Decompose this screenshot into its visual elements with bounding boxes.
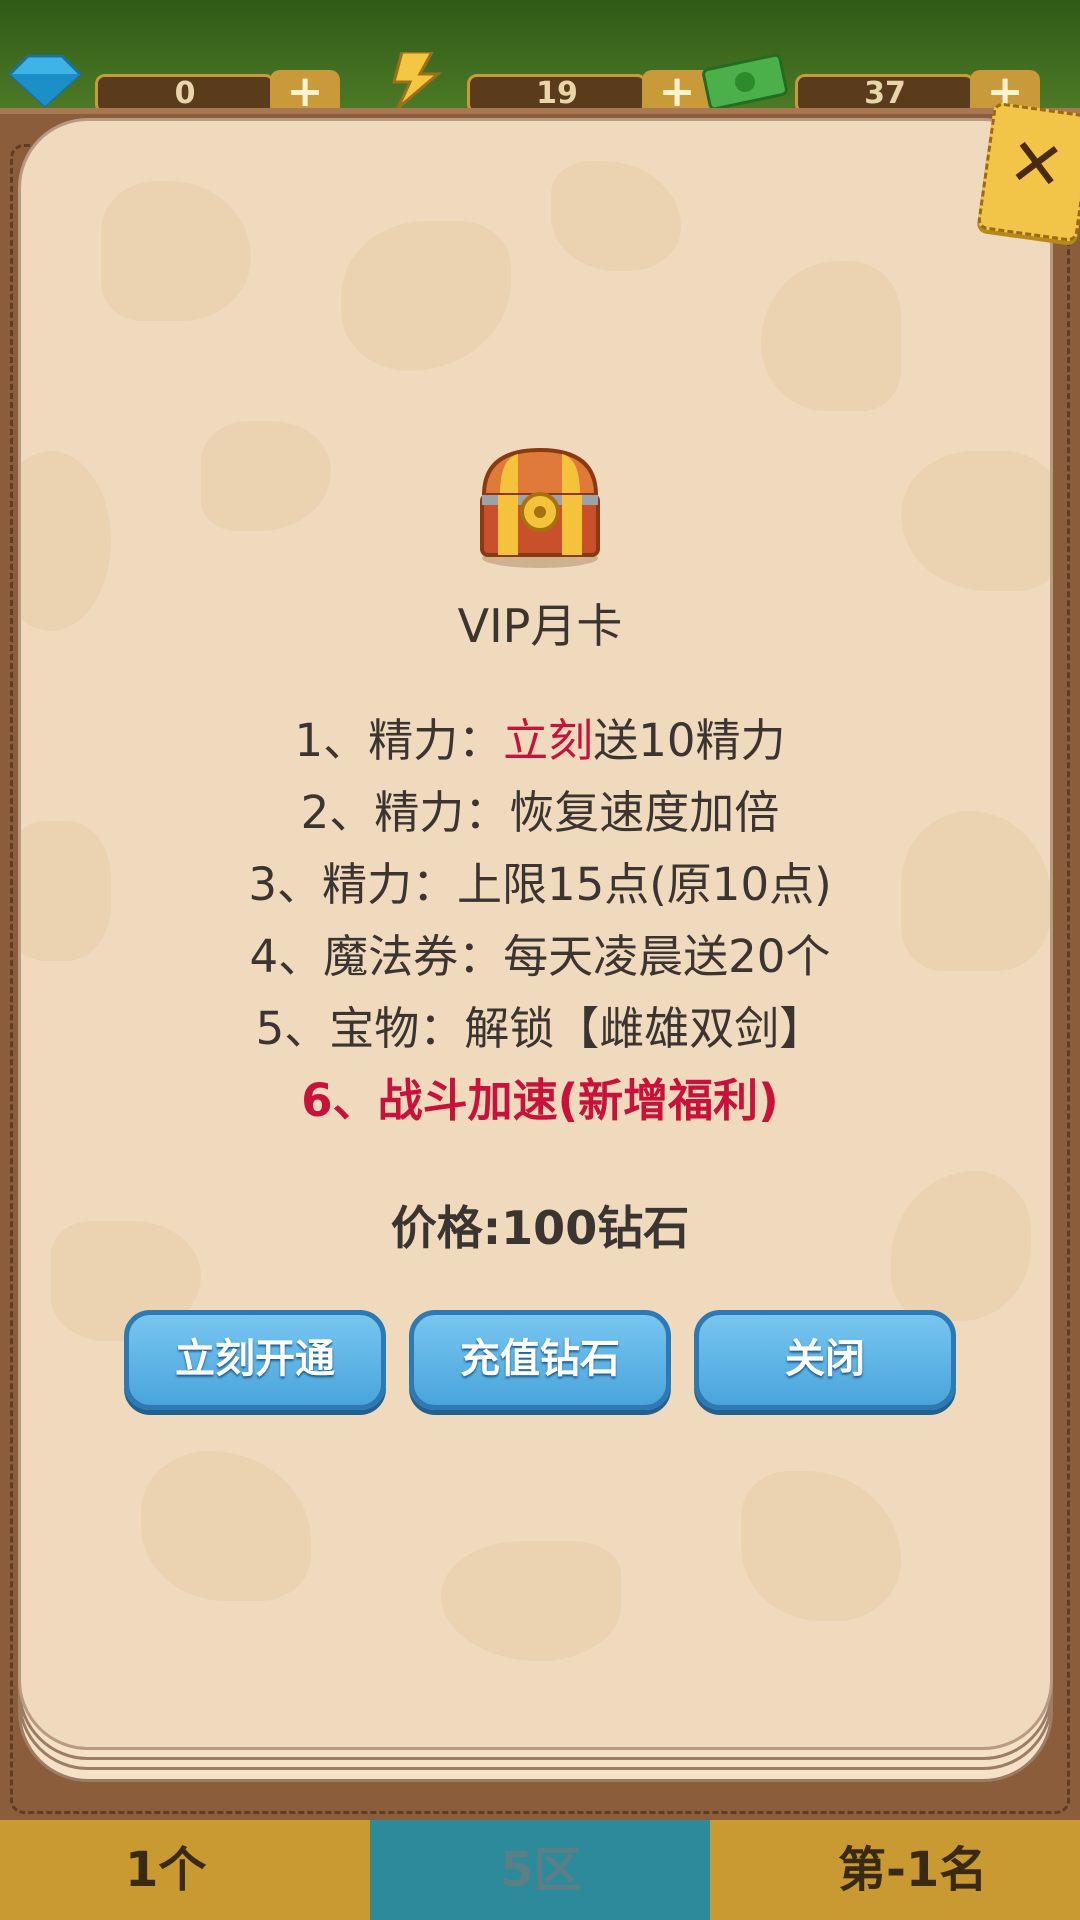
- benefit-item: 2、精力：恢复速度加倍: [300, 786, 780, 839]
- close-icon: ✕: [1003, 122, 1070, 207]
- bottom-bar: 1个 5区 第-1名: [0, 1820, 1080, 1920]
- highlight-text: 立刻: [503, 714, 594, 767]
- activate-now-button[interactable]: 立刻开通: [124, 1310, 386, 1410]
- lightning-icon: [392, 52, 443, 108]
- close-button[interactable]: 关闭: [694, 1310, 956, 1410]
- benefit-list: 1、精力：立刻送10精力 2、精力：恢复速度加倍 3、精力：上限15点(原10点…: [0, 705, 1080, 1137]
- benefit-item: 3、精力：上限15点(原10点): [248, 858, 832, 911]
- benefit-item: 5、宝物：解锁【雌雄双剑】: [255, 1002, 825, 1055]
- close-x-button[interactable]: ✕: [976, 101, 1080, 243]
- benefit-item: 4、魔法券：每天凌晨送20个: [249, 930, 831, 983]
- rank-label: 第-1名: [838, 1842, 988, 1898]
- count-label: 1个: [125, 1842, 207, 1898]
- dialog-title: VIP月卡: [457, 599, 623, 653]
- gem-icon: [7, 54, 83, 108]
- zone-label: 5区: [500, 1842, 582, 1898]
- benefit-item-new: 6、战斗加速(新增福利): [301, 1074, 779, 1127]
- money-icon: [702, 53, 788, 108]
- resource-bar: 0 + 19 + 37 +: [0, 0, 1080, 118]
- treasure-chest-icon: [480, 447, 600, 568]
- price-label: 价格:100钻石: [390, 1201, 690, 1255]
- benefit-item: 1、精力：立刻送10精力: [294, 714, 786, 767]
- recharge-diamonds-button[interactable]: 充值钻石: [409, 1310, 671, 1410]
